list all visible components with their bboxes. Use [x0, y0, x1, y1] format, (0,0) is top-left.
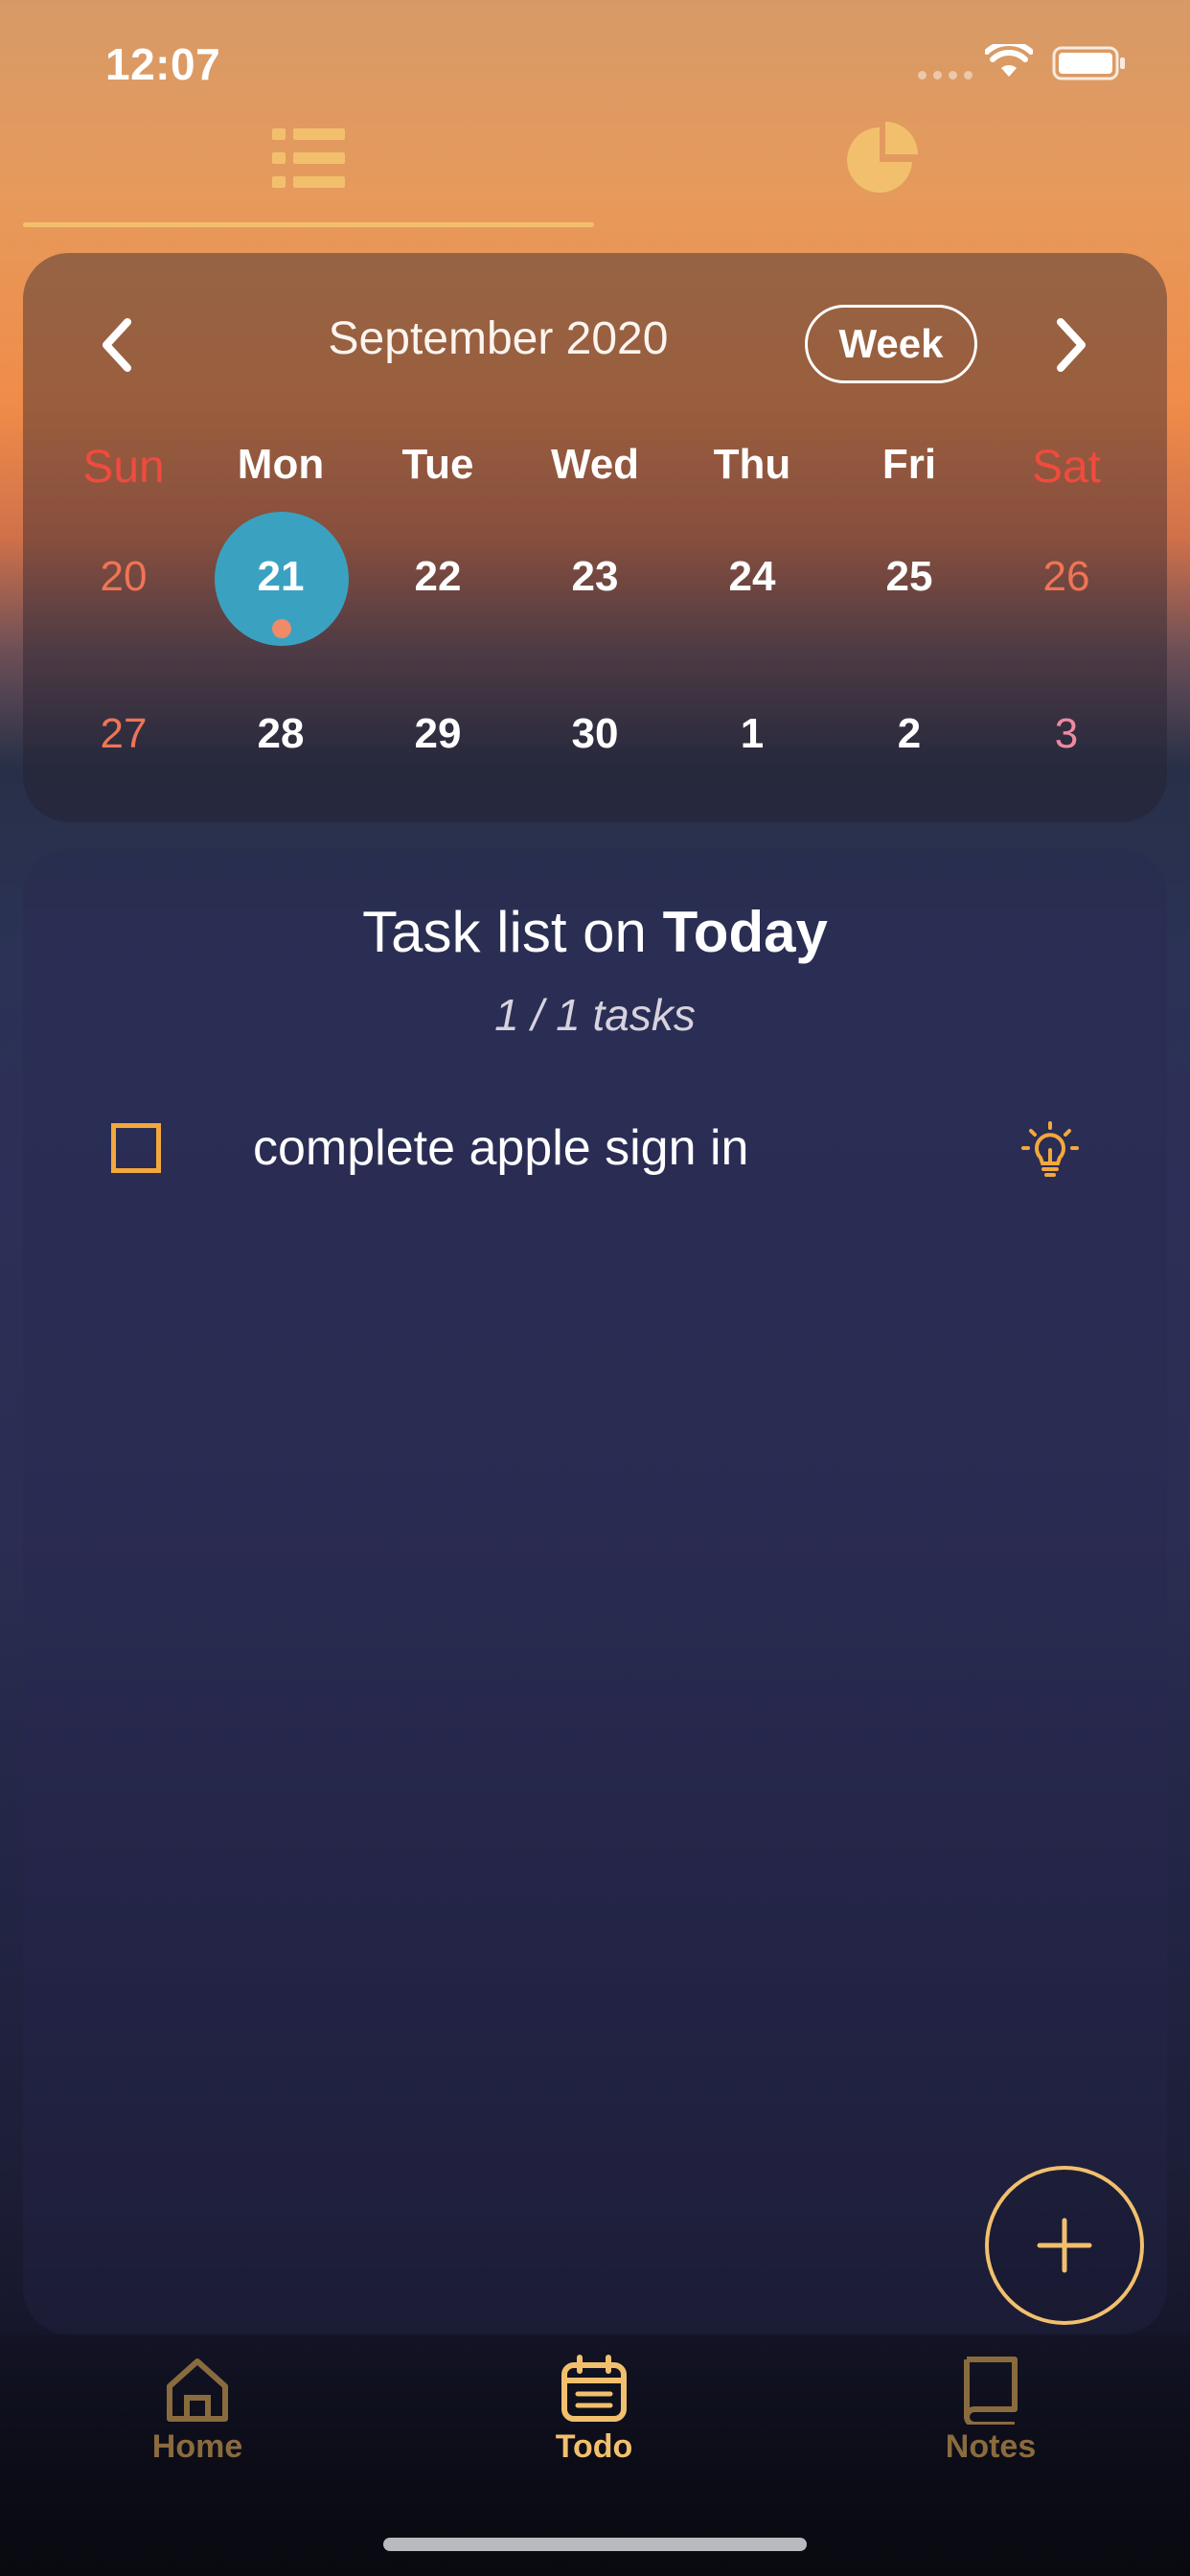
- weekday-fri: Fri: [881, 441, 937, 488]
- calendar-day[interactable]: 25: [831, 548, 988, 606]
- nav-home[interactable]: Home: [92, 2354, 303, 2466]
- status-time: 12:07: [105, 39, 221, 89]
- nav-todo-label: Todo: [555, 2428, 633, 2465]
- task-checkbox[interactable]: [111, 1123, 161, 1173]
- calendar-day[interactable]: 22: [359, 548, 516, 606]
- task-list-title: Task list on Today: [0, 899, 1190, 965]
- previous-month-button[interactable]: [82, 307, 149, 383]
- weekday-thu: Thu: [713, 441, 791, 488]
- pie-chart-icon: [847, 122, 918, 193]
- nav-notes-label: Notes: [945, 2428, 1037, 2465]
- task-count: 1 / 1 tasks: [494, 990, 696, 1040]
- calendar-day[interactable]: 28: [202, 705, 359, 763]
- list-icon: [272, 128, 345, 188]
- home-indicator[interactable]: [383, 2538, 807, 2551]
- wifi-icon: [985, 44, 1033, 77]
- weekday-sun: Sun: [82, 442, 165, 493]
- book-icon: [964, 2357, 1018, 2425]
- task-list-title-prefix: Task list on: [362, 900, 647, 964]
- calendar-day[interactable]: 20: [45, 548, 202, 606]
- chevron-left-icon: [103, 318, 131, 372]
- weekday-wed: Wed: [550, 441, 640, 488]
- nav-todo[interactable]: Todo: [489, 2354, 699, 2466]
- tab-stats[interactable]: [826, 115, 941, 201]
- calendar-day[interactable]: 24: [674, 548, 831, 606]
- calendar-day[interactable]: 30: [516, 705, 674, 763]
- calendar-day[interactable]: 26: [988, 548, 1145, 606]
- tab-list[interactable]: [251, 115, 366, 201]
- lightbulb-icon: [1021, 1121, 1079, 1177]
- calendar-day-selected[interactable]: 21: [202, 548, 359, 606]
- chevron-right-icon: [1057, 318, 1086, 372]
- calendar-month-label: September 2020: [328, 313, 669, 364]
- task-indicator-dot: [272, 619, 291, 638]
- add-task-button[interactable]: [985, 2166, 1144, 2325]
- calendar-icon: [561, 2355, 627, 2422]
- week-view-button[interactable]: Week: [805, 305, 977, 383]
- task-idea-button[interactable]: [1019, 1119, 1081, 1185]
- calendar-day[interactable]: 29: [359, 705, 516, 763]
- task-list-card: [23, 849, 1167, 2334]
- task-label[interactable]: complete apple sign in: [253, 1119, 748, 1177]
- calendar-day[interactable]: 3: [988, 705, 1145, 763]
- next-month-button[interactable]: [1039, 307, 1106, 383]
- weekday-sat: Sat: [1031, 442, 1102, 493]
- weekday-mon: Mon: [237, 441, 325, 488]
- battery-icon: [1052, 46, 1125, 80]
- nav-notes[interactable]: Notes: [885, 2354, 1096, 2466]
- calendar-day[interactable]: 2: [831, 705, 988, 763]
- home-icon: [167, 2358, 228, 2422]
- weekday-tue: Tue: [401, 441, 474, 488]
- tab-selection-indicator: [23, 222, 594, 227]
- calendar-day[interactable]: 1: [674, 705, 831, 763]
- calendar-day[interactable]: 23: [516, 548, 674, 606]
- nav-home-label: Home: [151, 2428, 243, 2465]
- task-list-title-day: Today: [662, 900, 828, 964]
- plus-icon: [1037, 2218, 1092, 2273]
- calendar-day[interactable]: 27: [45, 705, 202, 763]
- cellular-signal-icon: [918, 71, 973, 80]
